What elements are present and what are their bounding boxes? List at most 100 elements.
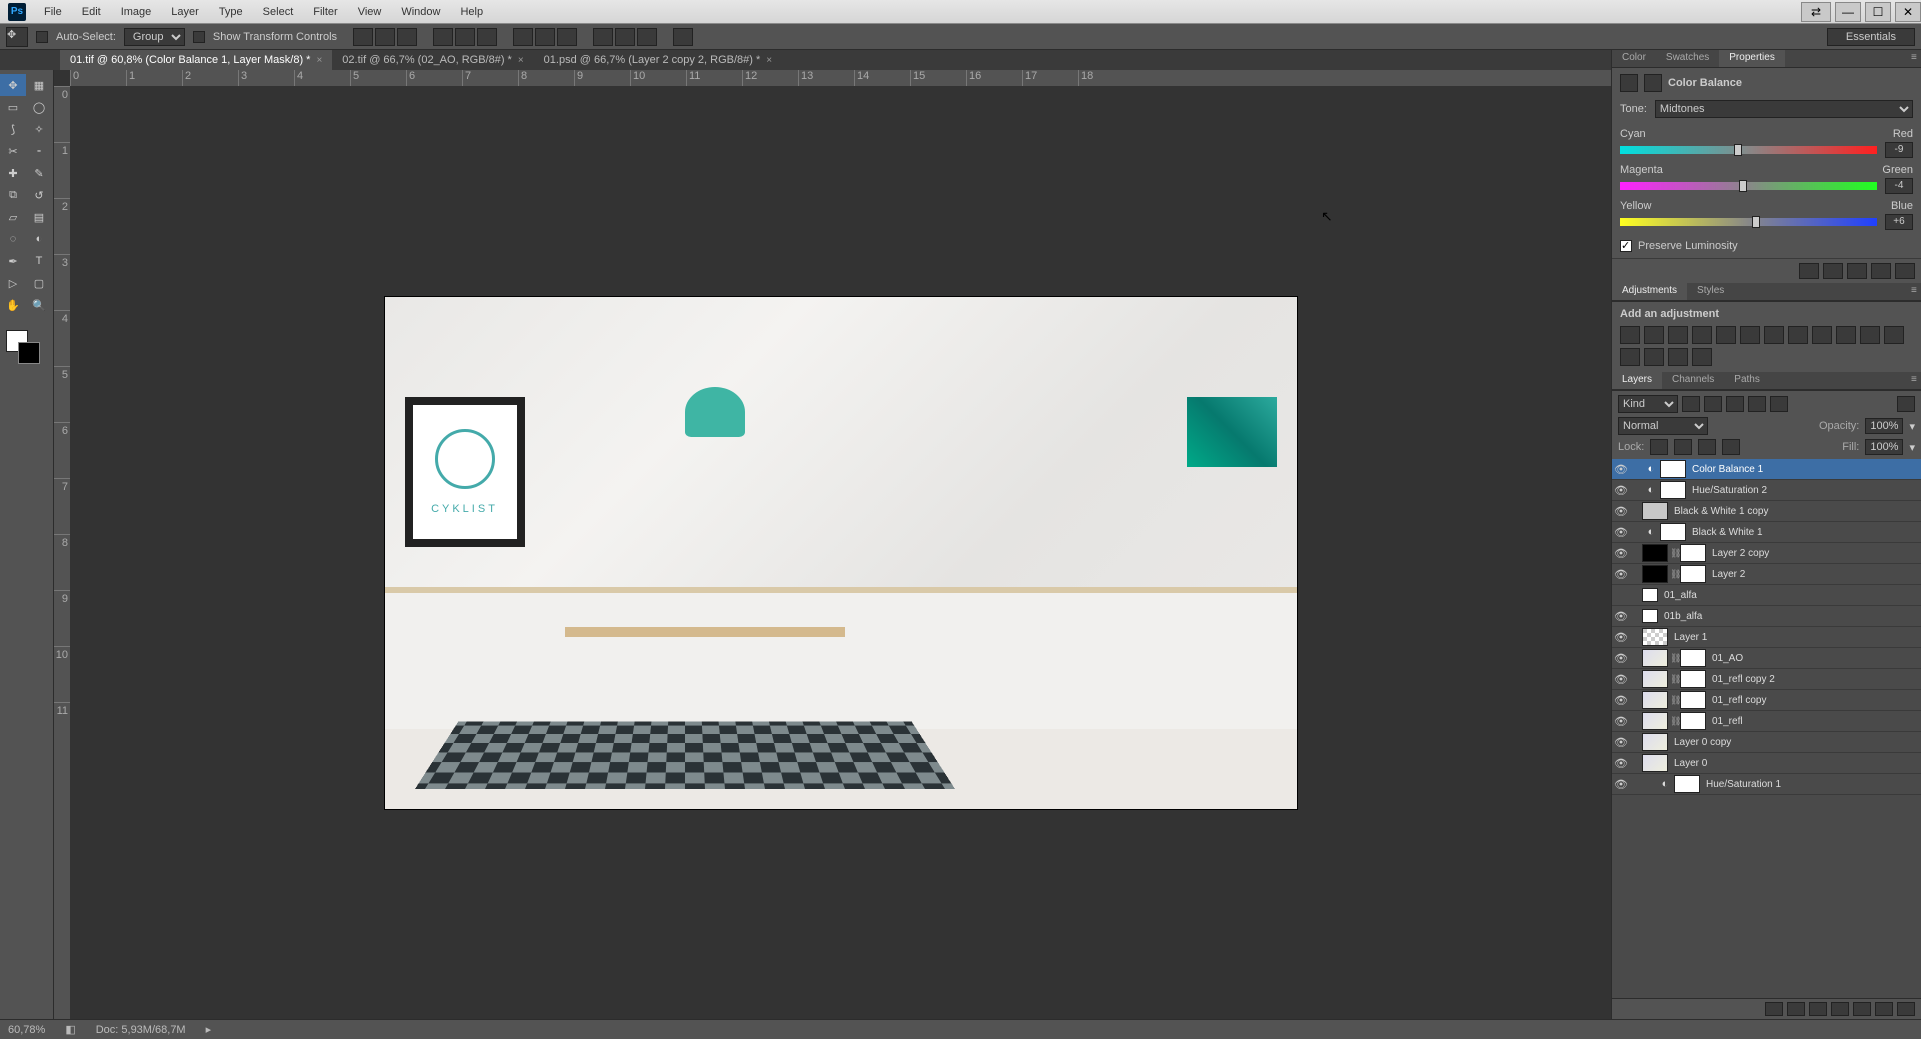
- path-sel-tool[interactable]: ▷: [0, 272, 26, 294]
- zoom-tool[interactable]: 🔍: [26, 294, 52, 316]
- threshold-adjustment-icon[interactable]: [1644, 348, 1664, 366]
- filter-adjustment-icon[interactable]: [1704, 396, 1722, 412]
- layer-visibility-icon[interactable]: 👁: [1612, 736, 1630, 749]
- filter-pixel-icon[interactable]: [1682, 396, 1700, 412]
- layer-thumbnail[interactable]: [1642, 754, 1668, 772]
- filter-toggle-icon[interactable]: [1897, 396, 1915, 412]
- layer-thumbnail[interactable]: [1642, 565, 1668, 583]
- layer-fx-icon[interactable]: [1787, 1002, 1805, 1016]
- new-layer-icon[interactable]: [1875, 1002, 1893, 1016]
- distribute-hcenter-icon[interactable]: [615, 28, 635, 46]
- layer-mask-link-icon[interactable]: ⛓: [1670, 569, 1680, 580]
- preserve-luminosity-checkbox[interactable]: [1620, 240, 1632, 252]
- layer-row[interactable]: 👁Layer 0 copy: [1612, 732, 1921, 753]
- blur-tool[interactable]: ◌: [0, 228, 26, 250]
- eyedropper-tool[interactable]: ⁃: [26, 140, 52, 162]
- reset-icon[interactable]: [1847, 263, 1867, 279]
- layer-name[interactable]: Black & White 1: [1688, 527, 1917, 538]
- lock-pixels-icon[interactable]: [1674, 439, 1692, 455]
- brush-tool[interactable]: ✎: [26, 162, 52, 184]
- layer-mask-thumbnail[interactable]: [1660, 460, 1686, 478]
- photo-filter-adjustment-icon[interactable]: [1812, 326, 1832, 344]
- close-button[interactable]: ✕: [1895, 2, 1921, 22]
- lock-transparent-icon[interactable]: [1650, 439, 1668, 455]
- layer-row[interactable]: 👁◐Color Balance 1: [1612, 459, 1921, 480]
- layer-name[interactable]: Hue/Saturation 2: [1688, 485, 1917, 496]
- exposure-adjustment-icon[interactable]: [1692, 326, 1712, 344]
- brightness-adjustment-icon[interactable]: [1620, 326, 1640, 344]
- layer-name[interactable]: Layer 2 copy: [1708, 548, 1917, 559]
- tone-select[interactable]: Midtones: [1655, 100, 1913, 118]
- layer-thumbnail[interactable]: [1642, 609, 1658, 623]
- layer-visibility-icon[interactable]: 👁: [1612, 652, 1630, 665]
- hand-tool[interactable]: ✋: [0, 294, 26, 316]
- slider-track[interactable]: [1620, 218, 1877, 226]
- opacity-value[interactable]: 100%: [1865, 418, 1903, 434]
- slider-value[interactable]: -4: [1885, 178, 1913, 194]
- hue-sat-adjustment-icon[interactable]: [1740, 326, 1760, 344]
- layer-name[interactable]: 01_AO: [1708, 653, 1917, 664]
- layer-mask-thumbnail[interactable]: [1674, 775, 1700, 793]
- panel-tab-swatches[interactable]: Swatches: [1656, 50, 1719, 67]
- layer-thumbnail[interactable]: [1642, 544, 1668, 562]
- selective-color-adjustment-icon[interactable]: [1668, 348, 1688, 366]
- slider-thumb[interactable]: [1739, 180, 1747, 192]
- layer-row[interactable]: 👁⛓Layer 2: [1612, 564, 1921, 585]
- layer-mask-link-icon[interactable]: ⛓: [1670, 716, 1680, 727]
- layer-visibility-icon[interactable]: 👁: [1612, 547, 1630, 560]
- close-tab-icon[interactable]: ×: [518, 55, 524, 66]
- layer-mask-link-icon[interactable]: ⛓: [1670, 653, 1680, 664]
- magic-wand-tool[interactable]: ✧: [26, 118, 52, 140]
- layer-row[interactable]: 👁Layer 0: [1612, 753, 1921, 774]
- lock-all-icon[interactable]: [1722, 439, 1740, 455]
- panel-tab-channels[interactable]: Channels: [1662, 372, 1724, 389]
- layer-row[interactable]: 01_alfa: [1612, 585, 1921, 606]
- align-bottom-icon[interactable]: [477, 28, 497, 46]
- layer-visibility-icon[interactable]: 👁: [1612, 505, 1630, 518]
- menu-edit[interactable]: Edit: [72, 6, 111, 18]
- align-center-v-icon[interactable]: [455, 28, 475, 46]
- levels-adjustment-icon[interactable]: [1644, 326, 1664, 344]
- layer-thumbnail[interactable]: [1642, 670, 1668, 688]
- layer-filter-kind[interactable]: Kind: [1618, 395, 1678, 413]
- panel-tab-paths[interactable]: Paths: [1724, 372, 1770, 389]
- new-group-icon[interactable]: [1853, 1002, 1871, 1016]
- layer-name[interactable]: 01_refl copy: [1708, 695, 1917, 706]
- layer-visibility-icon[interactable]: 👁: [1612, 673, 1630, 686]
- layer-thumbnail[interactable]: [1642, 588, 1658, 602]
- layer-mask-thumbnail[interactable]: [1680, 691, 1706, 709]
- panel-menu-icon[interactable]: ≡: [1901, 283, 1921, 300]
- gradient-map-adjustment-icon[interactable]: [1692, 348, 1712, 366]
- layer-mask-thumbnail[interactable]: [1680, 565, 1706, 583]
- layer-visibility-icon[interactable]: 👁: [1612, 610, 1630, 623]
- document-tab[interactable]: 01.psd @ 66,7% (Layer 2 copy 2, RGB/8#) …: [534, 50, 782, 70]
- gradient-tool[interactable]: ▤: [26, 206, 52, 228]
- invert-adjustment-icon[interactable]: [1884, 326, 1904, 344]
- layer-name[interactable]: 01b_alfa: [1660, 611, 1917, 622]
- layer-name[interactable]: 01_refl copy 2: [1708, 674, 1917, 685]
- layer-visibility-icon[interactable]: 👁: [1612, 631, 1630, 644]
- layer-visibility-icon[interactable]: 👁: [1612, 484, 1630, 497]
- document-viewport[interactable]: CYKLIST: [70, 86, 1611, 1019]
- dodge-tool[interactable]: ◐: [26, 228, 52, 250]
- filter-type-icon[interactable]: [1726, 396, 1744, 412]
- layer-name[interactable]: 01_alfa: [1660, 590, 1917, 601]
- vibrance-adjustment-icon[interactable]: [1716, 326, 1736, 344]
- layer-thumbnail[interactable]: [1642, 649, 1668, 667]
- menu-filter[interactable]: Filter: [303, 6, 347, 18]
- history-brush-tool[interactable]: ↺: [26, 184, 52, 206]
- clone-tool[interactable]: ⧉: [0, 184, 26, 206]
- mask-icon[interactable]: [1644, 74, 1662, 92]
- current-tool-preview[interactable]: ✥: [6, 27, 28, 47]
- align-center-h-icon[interactable]: [375, 28, 395, 46]
- layer-name[interactable]: Black & White 1 copy: [1670, 506, 1917, 517]
- layer-thumbnail[interactable]: [1642, 502, 1668, 520]
- lock-position-icon[interactable]: [1698, 439, 1716, 455]
- layer-thumbnail[interactable]: [1642, 628, 1668, 646]
- distribute-top-icon[interactable]: [513, 28, 533, 46]
- layer-row[interactable]: 👁⛓01_refl copy 2: [1612, 669, 1921, 690]
- zoom-slider-icon[interactable]: ◧: [65, 1023, 75, 1036]
- fill-arrow-icon[interactable]: ▾: [1909, 441, 1915, 454]
- panel-tab-styles[interactable]: Styles: [1687, 283, 1734, 300]
- layer-name[interactable]: Color Balance 1: [1688, 464, 1917, 475]
